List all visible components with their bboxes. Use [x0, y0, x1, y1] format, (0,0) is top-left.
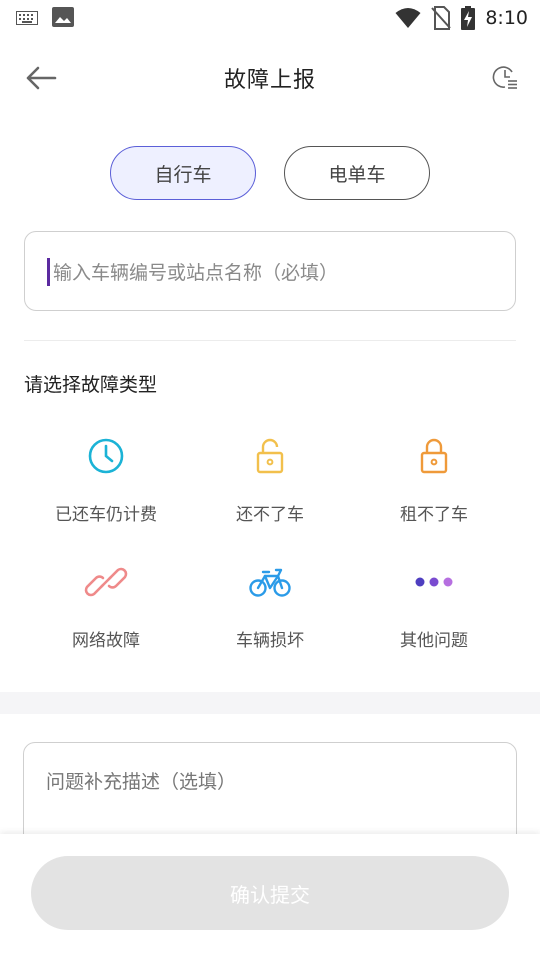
wifi-icon	[395, 8, 421, 28]
divider	[24, 340, 516, 341]
lock-icon	[420, 438, 448, 474]
fault-label: 网络故障	[72, 631, 140, 651]
submit-button[interactable]: 确认提交	[31, 856, 509, 930]
fault-option-other[interactable]: 其他问题	[352, 554, 516, 664]
unlock-icon	[256, 438, 284, 474]
more-dots-icon	[415, 577, 453, 587]
fault-option-cannot-rent[interactable]: 租不了车	[352, 428, 516, 538]
keyboard-icon	[16, 11, 38, 25]
fault-label: 车辆损坏	[236, 631, 304, 651]
app-header: 故障上报	[0, 48, 540, 108]
fault-label: 租不了车	[400, 505, 468, 525]
fault-option-returned-still-charging[interactable]: 已还车仍计费	[24, 428, 188, 538]
fault-label: 还不了车	[236, 505, 304, 525]
page-title: 故障上报	[223, 68, 316, 93]
fault-option-vehicle-damaged[interactable]: 车辆损坏	[188, 554, 352, 664]
fault-label: 其他问题	[400, 631, 468, 651]
fault-option-network[interactable]: 网络故障	[24, 554, 188, 664]
status-bar: 8:10	[0, 0, 540, 36]
battery-charging-icon	[461, 6, 476, 30]
fault-option-cannot-return[interactable]: 还不了车	[188, 428, 352, 538]
bicycle-icon	[249, 568, 291, 597]
image-icon	[52, 7, 74, 27]
fault-label: 已还车仍计费	[55, 505, 157, 525]
no-sim-icon	[431, 6, 452, 30]
status-time: 8:10	[485, 7, 528, 29]
tab-ebike[interactable]: 电单车	[284, 146, 430, 200]
history-record-icon[interactable]	[492, 64, 518, 90]
vehicle-number-field[interactable]	[24, 231, 516, 311]
clock-icon	[88, 438, 124, 474]
description-input[interactable]	[44, 765, 498, 839]
fault-type-heading: 请选择故障类型	[24, 374, 158, 396]
vehicle-number-input[interactable]	[47, 252, 495, 294]
section-separator	[0, 692, 540, 714]
link-icon	[84, 567, 128, 597]
tab-bicycle[interactable]: 自行车	[110, 146, 256, 200]
